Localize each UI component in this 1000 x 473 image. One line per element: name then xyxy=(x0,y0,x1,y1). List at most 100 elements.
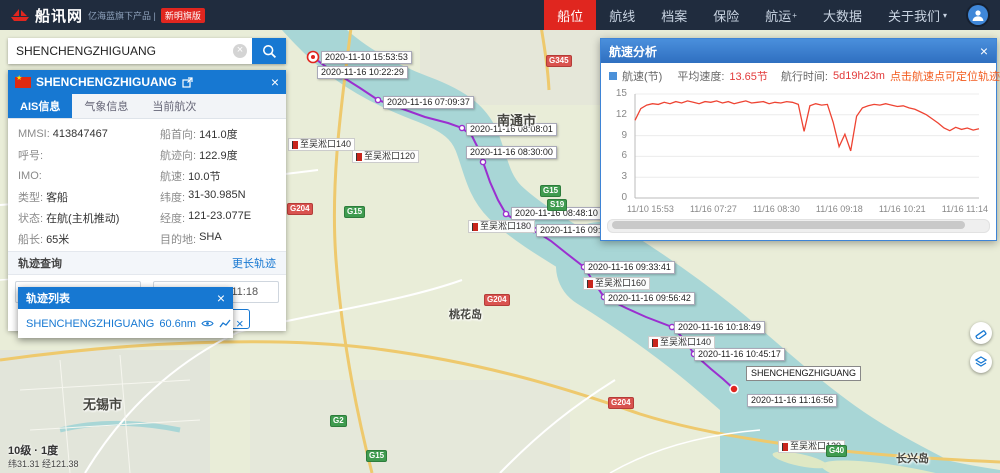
field-label: 目的地: xyxy=(160,231,196,247)
nav-label: 保险 xyxy=(713,6,739,25)
track-query-bar: 轨迹查询 更长轨迹 xyxy=(8,251,286,275)
road-shield: S19 xyxy=(547,199,567,211)
nav-item-shipping[interactable]: 航运+ xyxy=(752,0,810,30)
field-label: 纬度: xyxy=(160,189,185,205)
x-tick-label: 11/16 10:21 xyxy=(879,204,926,217)
place-name-label: 无锡市 xyxy=(83,394,122,413)
track-time-label[interactable]: 2020-11-16 07:09:37 xyxy=(383,96,474,109)
field-label: 航迹向: xyxy=(160,147,196,163)
chart-scrollbar[interactable] xyxy=(607,219,990,233)
close-track-list-icon[interactable]: × xyxy=(217,291,225,305)
nav-item-insurance[interactable]: 保险 xyxy=(700,0,752,30)
track-time-label[interactable]: 2020-11-16 10:18:49 xyxy=(674,321,765,334)
track-ship-name[interactable]: SHENCHENGZHIGUANG xyxy=(26,318,154,330)
speed-chart[interactable]: 15129630 xyxy=(607,86,990,204)
road-shield: G40 xyxy=(826,445,847,457)
measure-distance-button[interactable] xyxy=(970,322,992,344)
tab-weather-info[interactable]: 气象信息 xyxy=(72,94,140,118)
person-icon xyxy=(971,8,985,22)
nav-label: 大数据 xyxy=(823,6,862,25)
track-time-label[interactable]: 2020-11-16 08:30:00 xyxy=(466,146,557,159)
track-time-label[interactable]: 2020-11-16 10:22:29 xyxy=(317,66,408,79)
speed-analysis-panel: 航速分析 × 航速(节) 平均速度: 13.65节 航行时间: 5d19h23m… xyxy=(600,38,997,241)
x-tick-label: 11/16 09:18 xyxy=(816,204,863,217)
brand-logo[interactable]: 船讯网 亿海蓝旗下产品 | 新明旗版 xyxy=(0,5,205,26)
distance-marker-label: 至吴淞口180 xyxy=(468,220,535,233)
road-shield: G204 xyxy=(484,294,510,306)
distance-marker-label: 至吴淞口160 xyxy=(583,277,650,290)
close-ship-panel-icon[interactable]: × xyxy=(271,75,279,89)
field-value: 122.9度 xyxy=(199,147,238,163)
road-shield: G204 xyxy=(608,397,634,409)
show-track-eye-icon[interactable] xyxy=(201,319,214,328)
user-avatar[interactable] xyxy=(968,5,988,25)
legend-swatch xyxy=(609,72,617,80)
main-nav: 船位 航线 档案 保险 航运+ 大数据 关于我们▾ xyxy=(544,0,960,30)
clear-search-icon[interactable]: × xyxy=(233,44,247,58)
map-controls xyxy=(970,322,992,373)
search-input[interactable] xyxy=(8,38,252,64)
track-distance: 60.6nm xyxy=(159,318,196,330)
nav-item-routes[interactable]: 航线 xyxy=(596,0,648,30)
duration-label: 航行时间: xyxy=(781,68,828,84)
remove-track-icon[interactable]: × xyxy=(236,316,244,331)
field-value: 121-23.077E xyxy=(188,210,251,226)
nav-label: 关于我们 xyxy=(888,6,940,25)
field-label: 船首向: xyxy=(160,126,196,142)
distance-marker-label: 至吴淞口140 xyxy=(288,138,355,151)
flag-marker-icon xyxy=(356,153,362,161)
tab-ais-info[interactable]: AIS信息 xyxy=(8,94,72,118)
flag-marker-icon xyxy=(472,223,478,231)
chart-scrollbar-thumb[interactable] xyxy=(612,221,965,229)
nav-item-ship-position[interactable]: 船位 xyxy=(544,0,596,30)
ship-logo-icon xyxy=(10,8,30,22)
field-value: 413847467 xyxy=(53,128,108,140)
brand-badge[interactable]: 新明旗版 xyxy=(161,8,205,23)
shipxy-app: 船讯网 亿海蓝旗下产品 | 新明旗版 船位 航线 档案 保险 航运+ 大数据 关… xyxy=(0,0,1000,473)
place-name-label: 南通市 xyxy=(497,110,536,129)
layers-button[interactable] xyxy=(970,351,992,373)
track-list-popup: 轨迹列表 × SHENCHENGZHIGUANG 60.6nm × xyxy=(18,287,233,338)
nav-sup: + xyxy=(792,11,797,20)
search-button[interactable] xyxy=(252,38,286,64)
field-label: 呼号: xyxy=(18,147,43,163)
external-link-icon[interactable] xyxy=(182,77,193,88)
nav-item-about[interactable]: 关于我们▾ xyxy=(875,0,960,30)
place-name-label: 桃花岛 xyxy=(449,306,482,322)
x-axis-ticks: 11/10 15:5311/16 07:2711/16 08:3011/16 0… xyxy=(627,204,988,217)
track-list-item[interactable]: SHENCHENGZHIGUANG 60.6nm × xyxy=(18,309,233,338)
nav-label: 航线 xyxy=(609,6,635,25)
field-label: IMO: xyxy=(18,170,42,182)
field-value: 在航(主机推动) xyxy=(46,210,119,226)
field-value: 65米 xyxy=(46,231,69,247)
ship-panel-title: SHENCHENGZHIGUANG xyxy=(36,75,177,89)
track-time-label[interactable]: 2020-11-10 15:53:53 xyxy=(321,51,412,64)
layers-icon xyxy=(975,356,987,368)
nav-item-archives[interactable]: 档案 xyxy=(648,0,700,30)
ship-name-label[interactable]: SHENCHENGZHIGUANG xyxy=(746,366,861,381)
ship-info-row: 状态:在航(主机推动)经度:121-23.077E xyxy=(8,207,286,228)
top-navigation-bar: 船讯网 亿海蓝旗下产品 | 新明旗版 船位 航线 档案 保险 航运+ 大数据 关… xyxy=(0,0,1000,30)
field-value: 141.0度 xyxy=(199,126,238,142)
speed-panel-title: 航速分析 xyxy=(609,43,657,60)
ship-info-row: 呼号: 航迹向:122.9度 xyxy=(8,144,286,165)
track-time-label[interactable]: 2020-11-16 09:56:42 xyxy=(604,292,695,305)
field-label: 类型: xyxy=(18,189,43,205)
tab-current-voyage[interactable]: 当前航次 xyxy=(140,94,208,118)
nav-item-bigdata[interactable]: 大数据 xyxy=(810,0,875,30)
ship-info-fields: MMSI:413847467船首向:141.0度呼号:航迹向:122.9度IMO… xyxy=(8,119,286,251)
longer-track-link[interactable]: 更长轨迹 xyxy=(232,255,276,271)
speed-chart-icon[interactable] xyxy=(219,319,231,329)
y-tick-label: 12 xyxy=(607,109,627,120)
ship-info-row: 船长:65米目的地:SHA xyxy=(8,228,286,249)
flag-marker-icon xyxy=(782,443,788,451)
field-value: 客船 xyxy=(46,189,68,205)
close-speed-panel-icon[interactable]: × xyxy=(980,44,988,58)
nav-label: 航运 xyxy=(765,6,791,25)
track-time-label[interactable]: 2020-11-16 09:33:41 xyxy=(584,261,675,274)
track-time-label[interactable]: 2020-11-16 11:16:56 xyxy=(747,394,837,407)
zoom-level-text: 10级 · 1度 xyxy=(8,442,58,458)
track-time-label[interactable]: 2020-11-16 10:45:17 xyxy=(694,348,785,361)
speed-panel-header: 航速分析 × xyxy=(601,39,996,63)
avg-speed-label: 平均速度: xyxy=(677,68,724,84)
